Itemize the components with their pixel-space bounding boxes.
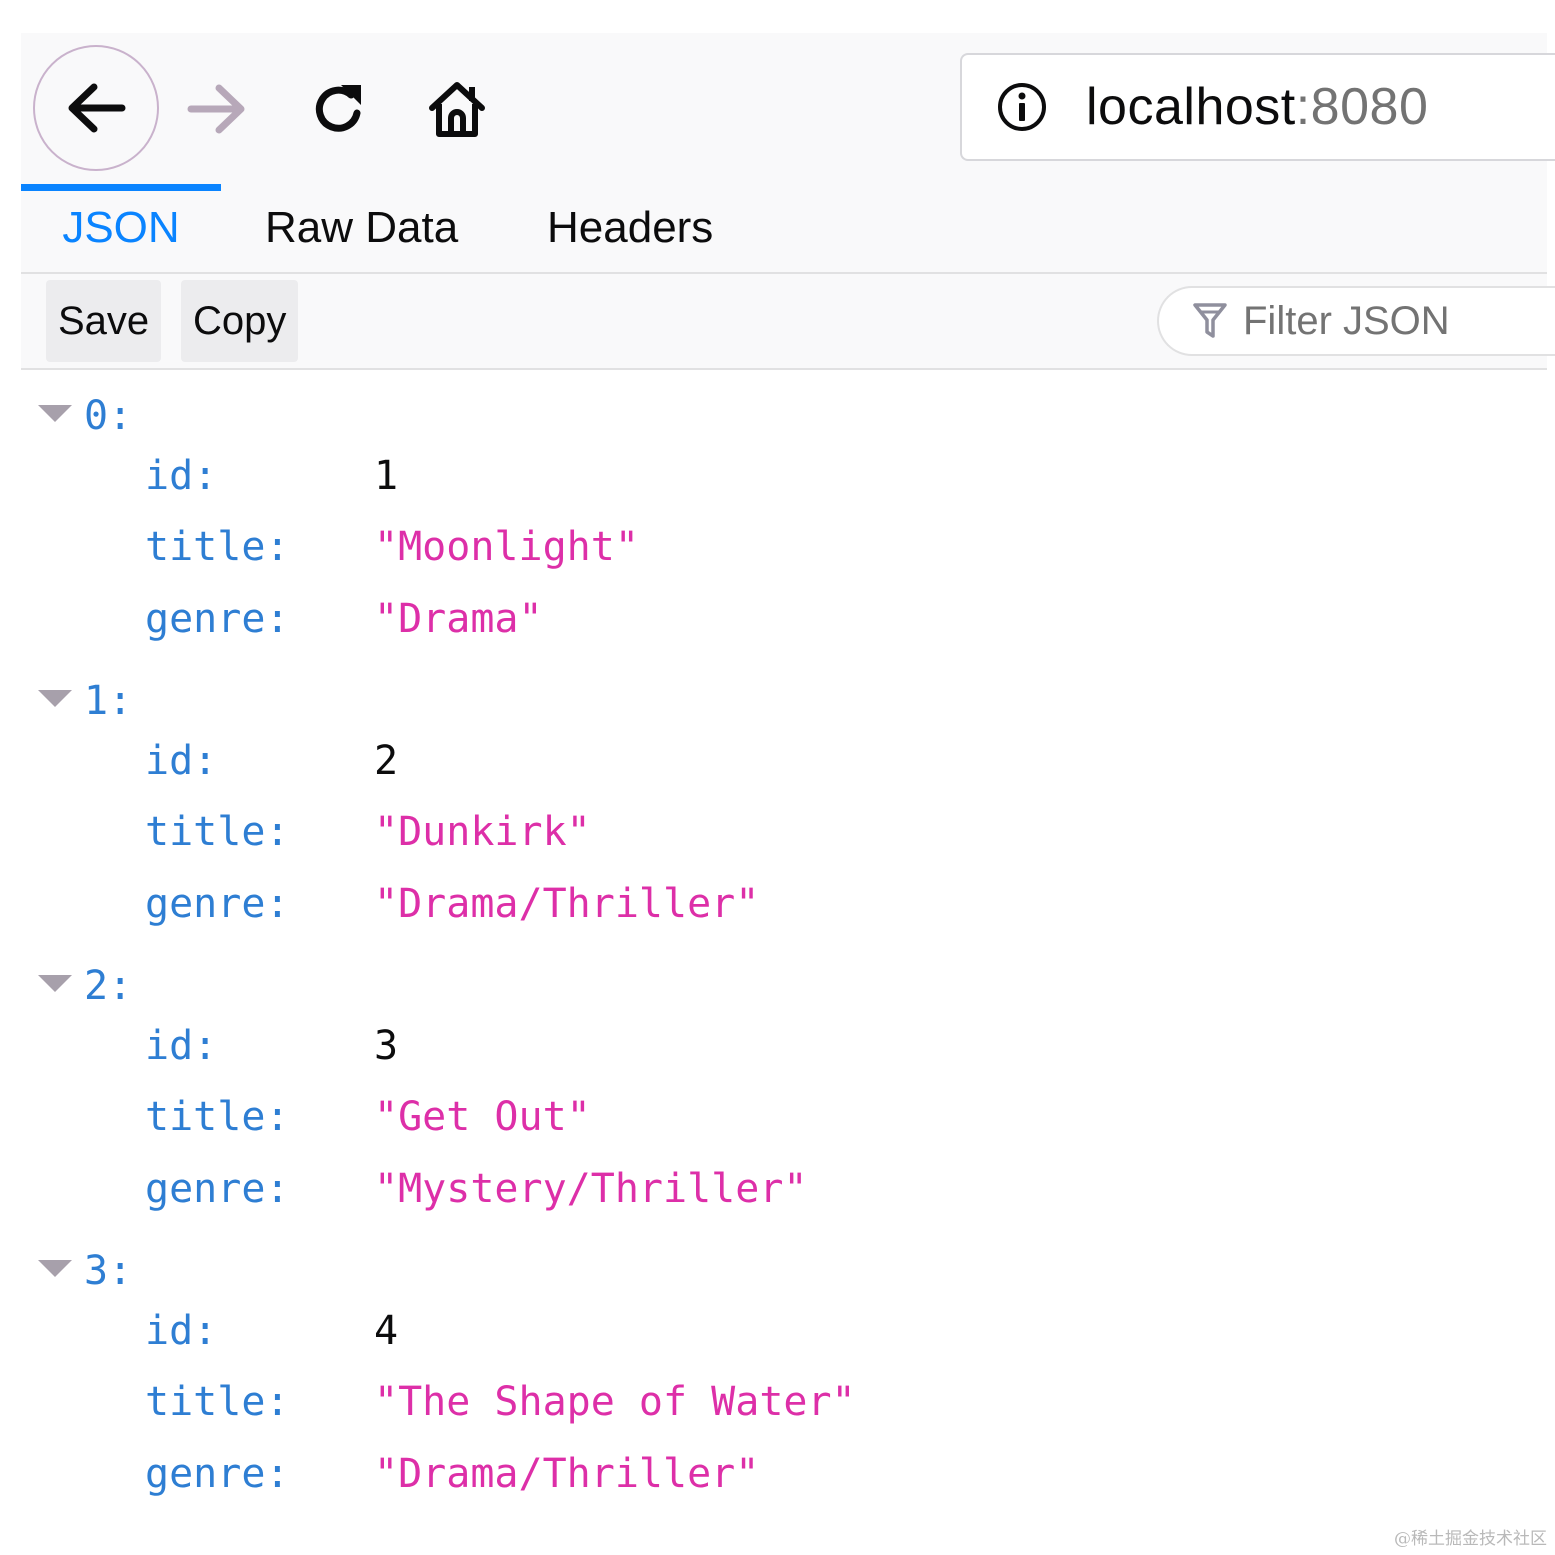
info-icon[interactable] — [996, 81, 1048, 133]
property-row: genre: "Mystery/Thriller" — [0, 1156, 1555, 1228]
property-key-title: title: — [145, 1379, 290, 1425]
property-row: id: 4 — [0, 1298, 1555, 1370]
tab-raw-data[interactable]: Raw Data — [265, 184, 458, 272]
property-value-genre: "Mystery/Thriller" — [374, 1166, 808, 1212]
property-key-genre: genre: — [145, 1451, 290, 1497]
item-toggle[interactable]: 1: — [38, 671, 132, 731]
property-value-title: "The Shape of Water" — [374, 1379, 856, 1425]
property-value-id: 3 — [374, 1023, 399, 1069]
property-key-title: title: — [145, 1094, 290, 1140]
viewer-tabs: JSON Raw Data Headers — [21, 184, 1547, 274]
item-toggle[interactable]: 2: — [38, 956, 132, 1016]
save-button[interactable]: Save — [46, 280, 162, 362]
property-row: genre: "Drama" — [0, 586, 1555, 658]
property-key-id: id: — [145, 453, 218, 499]
home-icon — [429, 82, 485, 137]
filter-icon — [1191, 302, 1229, 340]
property-value-genre: "Drama/Thriller" — [374, 881, 760, 927]
property-value-title: "Get Out" — [374, 1094, 591, 1140]
item-index: 1: — [84, 678, 133, 724]
json-toolbar: Save Copy — [21, 274, 1555, 370]
reload-icon — [315, 85, 361, 132]
property-value-genre: "Drama" — [374, 596, 543, 642]
reload-button[interactable] — [303, 73, 375, 145]
property-value-id: 2 — [374, 738, 399, 784]
property-value-id: 4 — [374, 1308, 399, 1354]
expand-triangle-icon[interactable] — [38, 1259, 72, 1277]
forward-button[interactable] — [181, 73, 253, 145]
item-toggle[interactable]: 0: — [38, 386, 132, 446]
item-index: 3: — [84, 1248, 133, 1294]
url-text[interactable]: localhost:8080 — [1086, 77, 1428, 137]
back-button[interactable] — [33, 45, 159, 171]
tab-json[interactable]: JSON — [21, 184, 221, 272]
json-tree: 0: id: 1 title: "Moonlight" genre: "Dram… — [0, 372, 1555, 1512]
property-row: title: "The Shape of Water" — [0, 1369, 1555, 1441]
arrow-right-icon — [187, 84, 245, 134]
property-key-title: title: — [145, 809, 290, 855]
json-item: 2: id: 3 title: "Get Out" genre: "Myster… — [0, 942, 1555, 1227]
property-key-genre: genre: — [145, 881, 290, 927]
property-row: genre: "Drama/Thriller" — [0, 1441, 1555, 1513]
expand-triangle-icon[interactable] — [38, 404, 72, 422]
tab-headers[interactable]: Headers — [547, 184, 713, 272]
json-item: 1: id: 2 title: "Dunkirk" genre: "Drama/… — [0, 657, 1555, 942]
property-row: title: "Get Out" — [0, 1084, 1555, 1156]
json-item: 0: id: 1 title: "Moonlight" genre: "Dram… — [0, 372, 1555, 657]
item-toggle[interactable]: 3: — [38, 1241, 132, 1301]
url-bar[interactable]: localhost:8080 — [960, 53, 1555, 161]
property-value-title: "Moonlight" — [374, 524, 639, 570]
property-value-title: "Dunkirk" — [374, 809, 591, 855]
property-value-genre: "Drama/Thriller" — [374, 1451, 760, 1497]
property-key-id: id: — [145, 1308, 218, 1354]
filter-box[interactable] — [1157, 286, 1555, 356]
browser-toolbar: localhost:8080 — [21, 33, 1555, 184]
property-key-title: title: — [145, 524, 290, 570]
property-row: id: 1 — [0, 443, 1555, 515]
item-index: 2: — [84, 963, 133, 1009]
home-button[interactable] — [421, 73, 493, 145]
property-key-id: id: — [145, 1023, 218, 1069]
url-host: localhost — [1086, 78, 1296, 136]
property-key-id: id: — [145, 738, 218, 784]
url-port: :8080 — [1295, 78, 1429, 136]
property-key-genre: genre: — [145, 1166, 290, 1212]
filter-json-input[interactable] — [1243, 298, 1543, 344]
expand-triangle-icon[interactable] — [38, 689, 72, 707]
property-key-genre: genre: — [145, 596, 290, 642]
item-index: 0: — [84, 393, 133, 439]
property-row: id: 3 — [0, 1013, 1555, 1085]
expand-triangle-icon[interactable] — [38, 974, 72, 992]
watermark: @稀土掘金技术社区 — [1394, 1529, 1547, 1549]
copy-button[interactable]: Copy — [181, 280, 299, 362]
arrow-left-icon — [68, 83, 126, 133]
property-value-id: 1 — [374, 453, 399, 499]
property-row: id: 2 — [0, 728, 1555, 800]
property-row: title: "Moonlight" — [0, 514, 1555, 586]
json-item: 3: id: 4 title: "The Shape of Water" gen… — [0, 1227, 1555, 1512]
property-row: title: "Dunkirk" — [0, 799, 1555, 871]
property-row: genre: "Drama/Thriller" — [0, 871, 1555, 943]
